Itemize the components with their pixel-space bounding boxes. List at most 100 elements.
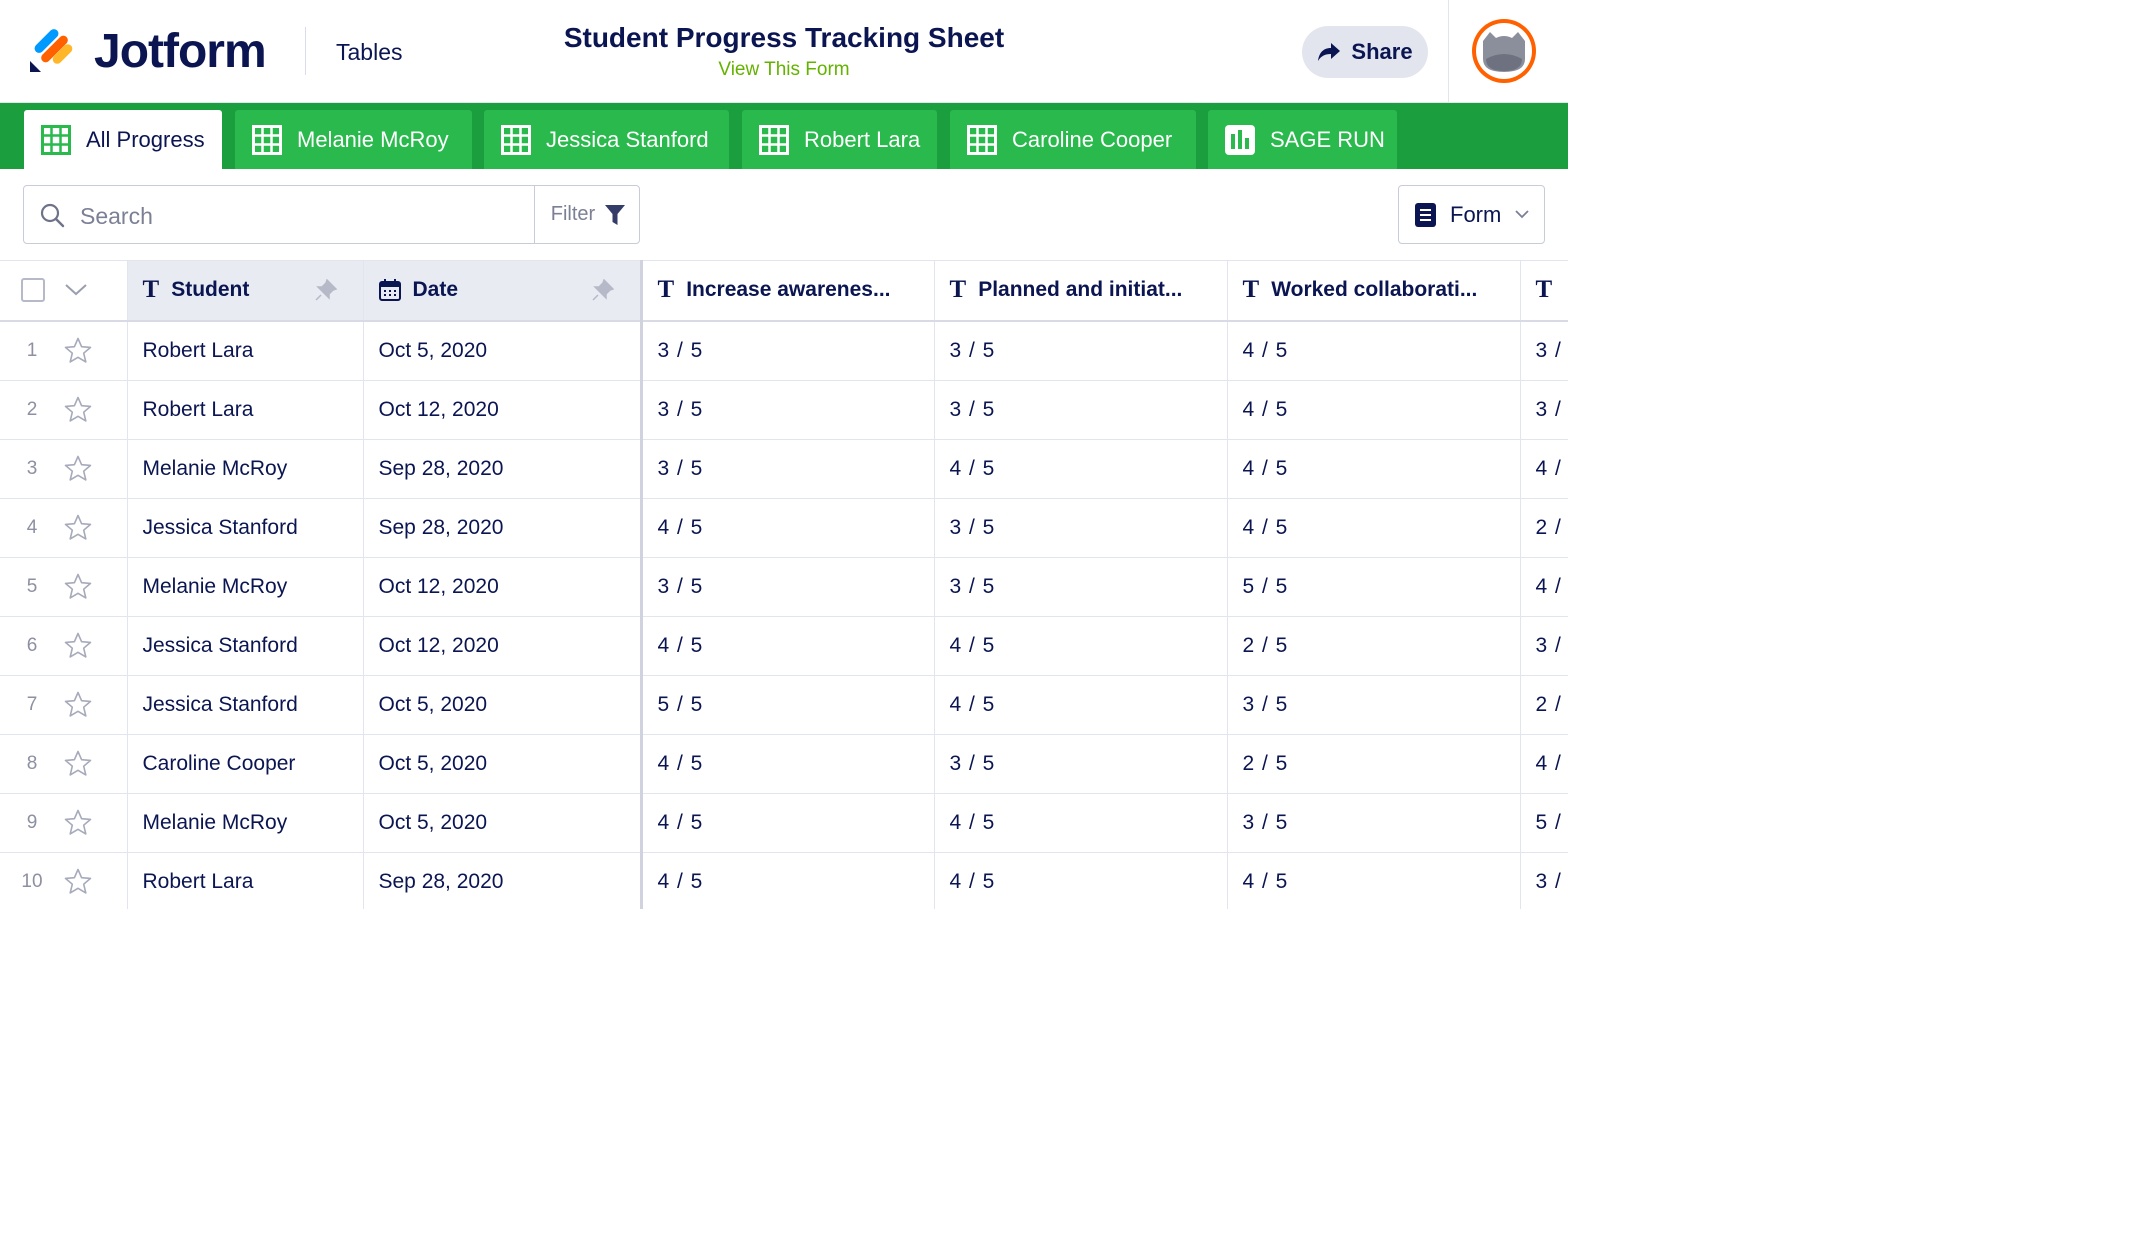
product-name[interactable]: Tables: [336, 38, 402, 66]
cell-planned-and-initiated[interactable]: 3 / 5: [934, 557, 1228, 617]
column-header-planned-and-initiated[interactable]: T Planned and initiat...: [934, 260, 1228, 322]
cell-date[interactable]: Oct 5, 2020: [363, 793, 643, 853]
star-icon[interactable]: [64, 455, 92, 482]
cell-next-column[interactable]: 3 /: [1520, 852, 1568, 909]
table-row[interactable]: 7 Jessica Stanford Oct 5, 2020 5 / 54 / 53 …: [0, 675, 1568, 735]
tab-all-progress[interactable]: All Progress: [24, 110, 222, 169]
cell-planned-and-initiated[interactable]: 3 / 5: [934, 380, 1228, 440]
select-all-checkbox[interactable]: [21, 278, 45, 303]
tab-robert-lara[interactable]: Robert Lara: [742, 110, 937, 169]
cell-date[interactable]: Sep 28, 2020: [363, 439, 643, 499]
star-icon[interactable]: [64, 337, 92, 364]
cell-increase-awareness[interactable]: 4 / 5: [641, 616, 935, 676]
form-button[interactable]: Form: [1398, 185, 1545, 244]
table-row[interactable]: 2 Robert Lara Oct 12, 2020 3 / 53 / 54 / 53…: [0, 380, 1568, 440]
cell-student[interactable]: Jessica Stanford: [127, 616, 364, 676]
table-row[interactable]: 10 Robert Lara Sep 28, 2020 4 / 54 / 54 / 5…: [0, 852, 1568, 909]
table-row[interactable]: 9 Melanie McRoy Oct 5, 2020 4 / 54 / 53 / 5…: [0, 793, 1568, 853]
cell-planned-and-initiated[interactable]: 4 / 5: [934, 852, 1228, 909]
cell-next-column[interactable]: 5 /: [1520, 793, 1568, 853]
cell-increase-awareness[interactable]: 5 / 5: [641, 675, 935, 735]
column-header-date[interactable]: Date: [363, 260, 643, 322]
cell-planned-and-initiated[interactable]: 4 / 5: [934, 793, 1228, 853]
cell-student[interactable]: Melanie McRoy: [127, 557, 364, 617]
cell-next-column[interactable]: 4 /: [1520, 734, 1568, 794]
cell-next-column[interactable]: 4 /: [1520, 557, 1568, 617]
cell-planned-and-initiated[interactable]: 3 / 5: [934, 320, 1228, 381]
cell-worked-collaboratively[interactable]: 4 / 5: [1227, 380, 1521, 440]
cell-next-column[interactable]: 2 /: [1520, 498, 1568, 558]
cell-worked-collaboratively[interactable]: 4 / 5: [1227, 498, 1521, 558]
pin-icon[interactable]: [314, 279, 337, 301]
table-row[interactable]: 3 Melanie McRoy Sep 28, 2020 3 / 54 / 54 / …: [0, 439, 1568, 499]
star-icon[interactable]: [64, 691, 92, 718]
cell-increase-awareness[interactable]: 3 / 5: [641, 439, 935, 499]
cell-student[interactable]: Caroline Cooper: [127, 734, 364, 794]
cell-worked-collaboratively[interactable]: 3 / 5: [1227, 793, 1521, 853]
cell-student[interactable]: Jessica Stanford: [127, 498, 364, 558]
jotform-logo-icon[interactable]: [28, 28, 74, 74]
cell-date[interactable]: Oct 12, 2020: [363, 616, 643, 676]
cell-student[interactable]: Melanie McRoy: [127, 439, 364, 499]
cell-next-column[interactable]: 3 /: [1520, 320, 1568, 381]
share-button[interactable]: Share: [1302, 26, 1428, 78]
cell-worked-collaboratively[interactable]: 4 / 5: [1227, 852, 1521, 909]
cell-worked-collaboratively[interactable]: 3 / 5: [1227, 675, 1521, 735]
cell-increase-awareness[interactable]: 4 / 5: [641, 498, 935, 558]
column-header-increase-awareness[interactable]: T Increase awarenes...: [641, 260, 935, 322]
tab-caroline-cooper[interactable]: Caroline Cooper: [950, 110, 1196, 169]
cell-worked-collaboratively[interactable]: 4 / 5: [1227, 320, 1521, 381]
cell-next-column[interactable]: 3 /: [1520, 616, 1568, 676]
cell-planned-and-initiated[interactable]: 4 / 5: [934, 616, 1228, 676]
cell-planned-and-initiated[interactable]: 4 / 5: [934, 439, 1228, 499]
logo-text[interactable]: Jotform: [94, 22, 267, 82]
cell-planned-and-initiated[interactable]: 3 / 5: [934, 734, 1228, 794]
star-icon[interactable]: [64, 396, 92, 423]
cell-increase-awareness[interactable]: 3 / 5: [641, 320, 935, 381]
cell-worked-collaboratively[interactable]: 4 / 5: [1227, 439, 1521, 499]
cell-increase-awareness[interactable]: 4 / 5: [641, 852, 935, 909]
star-icon[interactable]: [64, 573, 92, 600]
user-avatar[interactable]: [1472, 19, 1536, 83]
tab-melanie-mcroy[interactable]: Melanie McRoy: [235, 110, 472, 169]
cell-date[interactable]: Oct 12, 2020: [363, 557, 643, 617]
column-header-next[interactable]: T: [1520, 260, 1568, 322]
tab-sage-run[interactable]: SAGE RUN: [1208, 110, 1397, 169]
cell-increase-awareness[interactable]: 4 / 5: [641, 734, 935, 794]
search-input[interactable]: [78, 196, 532, 236]
cell-increase-awareness[interactable]: 3 / 5: [641, 380, 935, 440]
pin-icon[interactable]: [591, 279, 614, 301]
table-row[interactable]: 6 Jessica Stanford Oct 12, 2020 4 / 54 / 52…: [0, 616, 1568, 676]
cell-increase-awareness[interactable]: 4 / 5: [641, 793, 935, 853]
cell-worked-collaboratively[interactable]: 5 / 5: [1227, 557, 1521, 617]
cell-planned-and-initiated[interactable]: 4 / 5: [934, 675, 1228, 735]
star-icon[interactable]: [64, 868, 92, 895]
column-header-student[interactable]: T Student: [127, 260, 364, 322]
table-row[interactable]: 1 Robert Lara Oct 5, 2020 3 / 53 / 54 / 53 …: [0, 320, 1568, 381]
star-icon[interactable]: [64, 632, 92, 659]
cell-student[interactable]: Melanie McRoy: [127, 793, 364, 853]
cell-student[interactable]: Robert Lara: [127, 320, 364, 381]
chevron-down-icon[interactable]: [65, 284, 87, 296]
view-form-link[interactable]: View This Form: [520, 58, 1048, 82]
cell-date[interactable]: Oct 5, 2020: [363, 734, 643, 794]
cell-next-column[interactable]: 4 /: [1520, 439, 1568, 499]
table-row[interactable]: 5 Melanie McRoy Oct 12, 2020 3 / 53 / 55 / …: [0, 557, 1568, 617]
cell-student[interactable]: Jessica Stanford: [127, 675, 364, 735]
cell-next-column[interactable]: 3 /: [1520, 380, 1568, 440]
column-header-worked-collaboratively[interactable]: T Worked collaborati...: [1227, 260, 1521, 322]
table-row[interactable]: 8 Caroline Cooper Oct 5, 2020 4 / 53 / 52 /…: [0, 734, 1568, 794]
cell-date[interactable]: Oct 5, 2020: [363, 320, 643, 381]
cell-date[interactable]: Sep 28, 2020: [363, 852, 643, 909]
cell-increase-awareness[interactable]: 3 / 5: [641, 557, 935, 617]
cell-date[interactable]: Sep 28, 2020: [363, 498, 643, 558]
cell-date[interactable]: Oct 5, 2020: [363, 675, 643, 735]
tab-jessica-stanford[interactable]: Jessica Stanford: [484, 110, 729, 169]
filter-button[interactable]: Filter: [534, 186, 641, 243]
star-icon[interactable]: [64, 809, 92, 836]
cell-worked-collaboratively[interactable]: 2 / 5: [1227, 734, 1521, 794]
cell-date[interactable]: Oct 12, 2020: [363, 380, 643, 440]
cell-student[interactable]: Robert Lara: [127, 380, 364, 440]
cell-next-column[interactable]: 2 /: [1520, 675, 1568, 735]
cell-planned-and-initiated[interactable]: 3 / 5: [934, 498, 1228, 558]
